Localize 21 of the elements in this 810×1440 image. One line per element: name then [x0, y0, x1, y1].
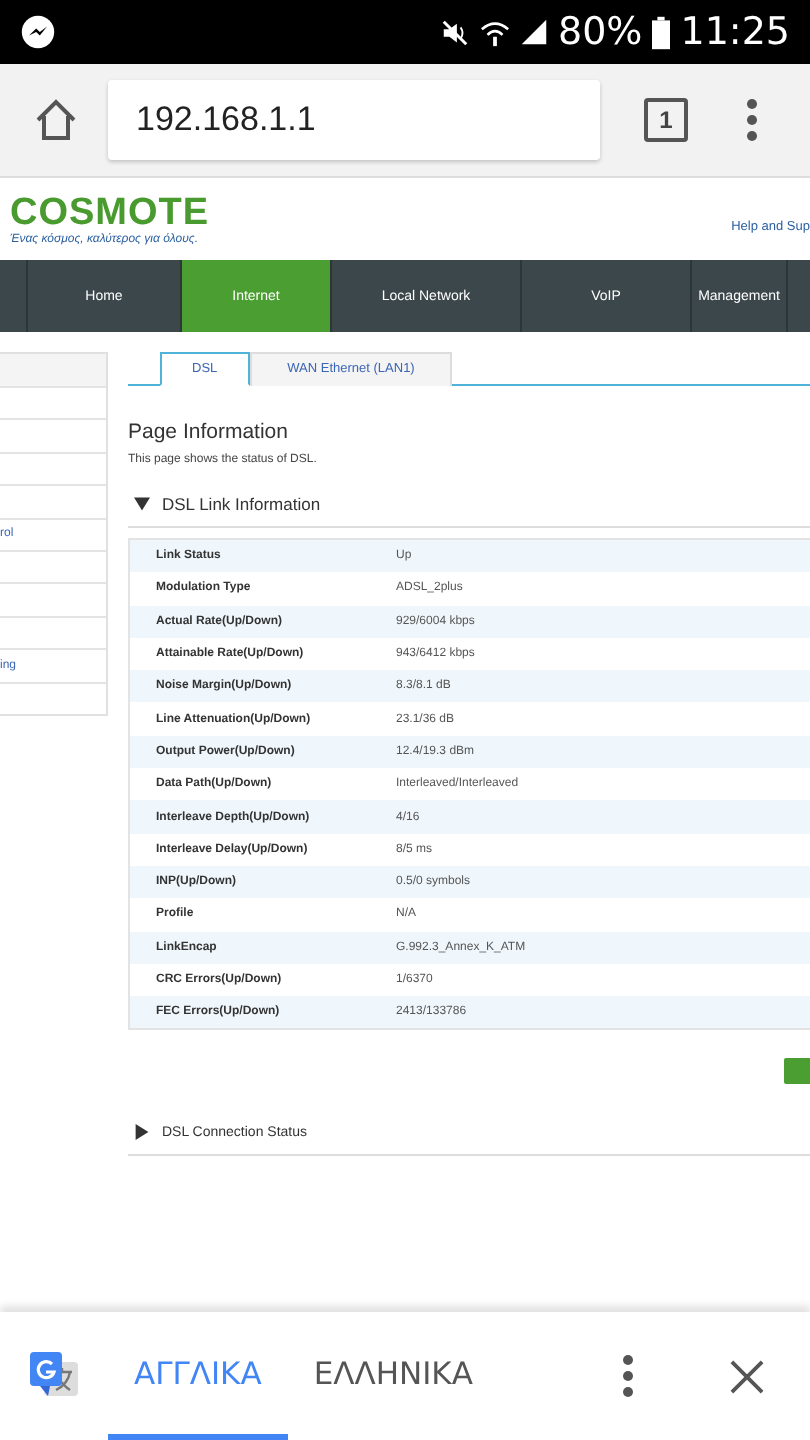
clock: 11:25: [680, 10, 790, 54]
translate-icon: [28, 1350, 80, 1402]
expanded-arrow-icon[interactable]: [134, 496, 150, 512]
home-icon[interactable]: [32, 96, 80, 144]
language-tab[interactable]: ΕΛΛΗΝΙΚΑ: [287, 1312, 499, 1440]
mute-icon: [440, 17, 470, 47]
close-icon[interactable]: [730, 1359, 764, 1393]
messenger-icon: [20, 14, 56, 50]
tab-switcher-button[interactable]: 1: [644, 98, 688, 142]
address-bar[interactable]: 192.168.1.1: [108, 80, 600, 160]
battery-icon: [652, 15, 671, 49]
signal-icon: [520, 18, 548, 46]
wifi-icon: [480, 17, 510, 47]
logo: COSMOTE: [10, 193, 210, 233]
more-options-icon[interactable]: [746, 98, 758, 142]
battery-percent: 80%: [558, 10, 643, 54]
page-title: Page Information: [128, 420, 290, 444]
more-options-icon[interactable]: [622, 1354, 634, 1398]
language-tab[interactable]: ΑΓΓΛΙΚΑ: [108, 1312, 288, 1440]
section-title[interactable]: DSL Link Information: [162, 494, 321, 514]
collapsed-arrow-icon[interactable]: [134, 1124, 150, 1141]
